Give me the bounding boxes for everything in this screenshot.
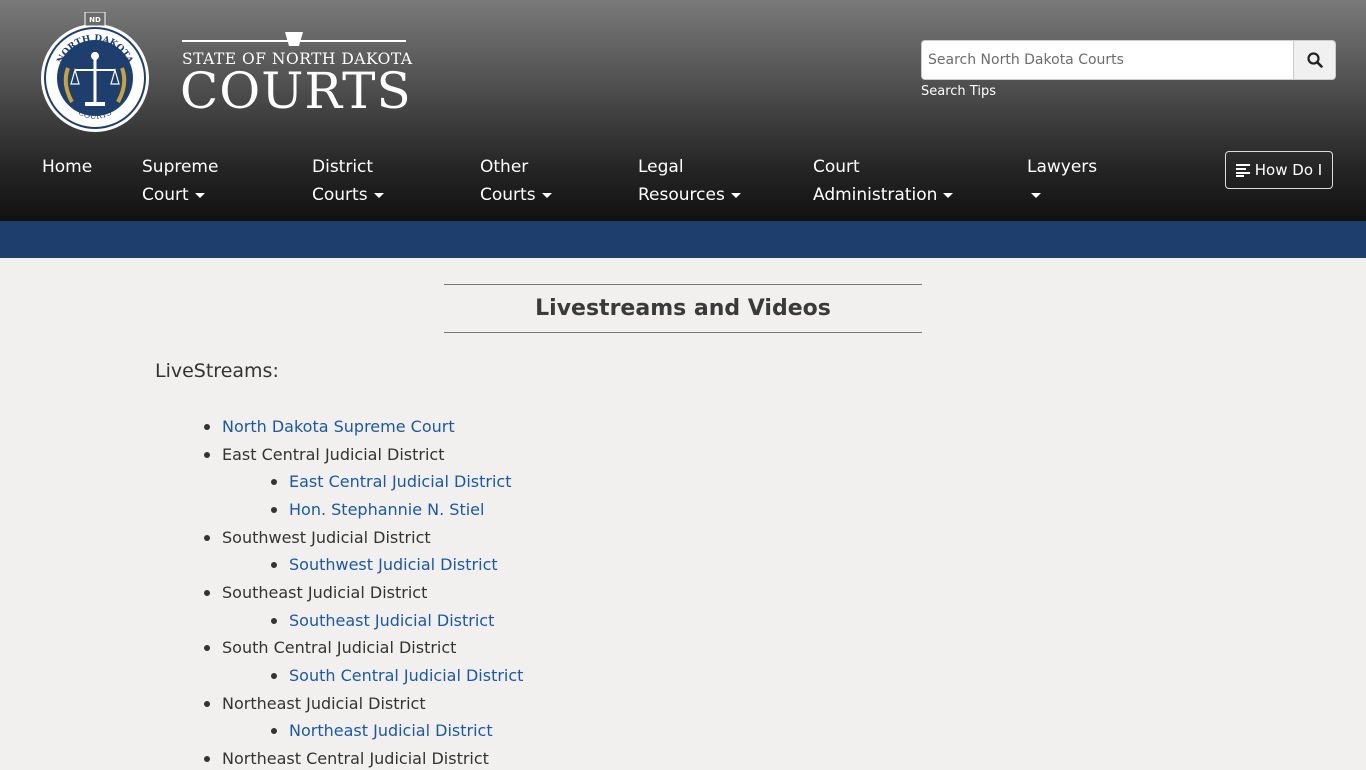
section-heading-livestreams: LiveStreams:	[155, 360, 279, 382]
link-east-central-judicial-district[interactable]: East Central Judicial District	[289, 472, 511, 491]
how-do-i-button[interactable]: How Do I	[1225, 151, 1333, 189]
nav-legal-resources-label-line1: Legal	[638, 157, 684, 177]
nav-legal-resources[interactable]: Legal Resources	[638, 153, 741, 209]
nav-supreme-court-label-line1: Supreme	[142, 157, 219, 177]
header-accent-band	[0, 221, 1366, 258]
list-item: South Central Judicial District	[271, 665, 523, 687]
nav-lawyers-label: Lawyers	[1027, 157, 1098, 177]
search-input[interactable]	[921, 40, 1294, 80]
how-do-i-label: How Do I	[1254, 161, 1323, 179]
nav-court-administration[interactable]: Court Administration	[813, 153, 954, 209]
link-south-central-judicial-district[interactable]: South Central Judicial District	[289, 666, 523, 685]
district-heading-northeast-central: Northeast Central Judicial District	[222, 749, 489, 768]
list-item: North Dakota Supreme Court	[204, 416, 455, 438]
bullet-icon	[271, 479, 277, 485]
nav-district-courts[interactable]: District Courts	[312, 153, 384, 209]
nav-other-courts[interactable]: Other Courts	[480, 153, 552, 209]
nav-legal-resources-label-line2: Resources	[638, 185, 725, 205]
chevron-down-icon	[373, 192, 384, 198]
nav-court-administration-label-line2: Administration	[813, 185, 938, 205]
bullet-icon	[204, 424, 210, 430]
north-dakota-courts-seal-logo[interactable]: ND NORTH DAKOTA COURTS	[40, 11, 150, 134]
search-button[interactable]	[1293, 40, 1336, 80]
district-heading-east-central: East Central Judicial District	[222, 445, 445, 464]
bullet-icon	[271, 618, 277, 624]
chevron-down-icon	[194, 192, 205, 198]
bullet-icon	[204, 756, 210, 762]
district-heading-northeast: Northeast Judicial District	[222, 694, 426, 713]
chevron-down-icon	[1031, 192, 1041, 198]
chevron-down-icon	[541, 192, 552, 198]
bullet-icon	[204, 535, 210, 541]
nav-home[interactable]: Home	[42, 153, 92, 181]
link-northeast-judicial-district[interactable]: Northeast Judicial District	[289, 721, 493, 740]
bullet-icon	[204, 645, 210, 651]
list-item: Southeast Judicial District	[204, 582, 428, 604]
bullet-icon	[204, 701, 210, 707]
list-item: Northeast Judicial District	[271, 720, 493, 742]
site-header: ND NORTH DAKOTA COURTS STATE OF NORTH DA…	[0, 0, 1366, 221]
list-item: Northeast Judicial District	[204, 693, 426, 715]
nav-other-courts-label-line2: Courts	[480, 185, 536, 205]
list-item: Southwest Judicial District	[204, 527, 431, 549]
nav-court-administration-label-line1: Court	[813, 157, 860, 177]
svg-text:ND: ND	[89, 16, 101, 24]
nav-lawyers[interactable]: Lawyers	[1027, 153, 1097, 209]
nav-district-courts-label-line1: District	[312, 157, 374, 177]
search-icon	[1306, 52, 1323, 68]
menu-lines-icon	[1235, 164, 1250, 177]
logo-courts-wordmark: COURTS	[180, 62, 412, 120]
list-item: Southwest Judicial District	[271, 554, 498, 576]
nav-home-label: Home	[42, 157, 93, 177]
page-title-box: Livestreams and Videos	[444, 284, 922, 333]
chevron-down-icon	[730, 192, 741, 198]
logo-rule-ornament	[182, 32, 406, 46]
bullet-icon	[271, 673, 277, 679]
link-southeast-judicial-district[interactable]: Southeast Judicial District	[289, 611, 494, 630]
list-item: Southeast Judicial District	[271, 610, 494, 632]
nav-district-courts-label-line2: Courts	[312, 185, 368, 205]
district-heading-southwest: Southwest Judicial District	[222, 528, 431, 547]
list-item: Northeast Central Judicial District	[204, 748, 489, 770]
list-item: East Central Judicial District	[271, 471, 511, 493]
bullet-icon	[271, 562, 277, 568]
search-bar	[921, 40, 1336, 80]
bullet-icon	[204, 452, 210, 458]
link-southwest-judicial-district[interactable]: Southwest Judicial District	[289, 555, 498, 574]
list-item: South Central Judicial District	[204, 637, 457, 659]
bullet-icon	[271, 507, 277, 513]
link-hon-stephannie-stiel[interactable]: Hon. Stephannie N. Stiel	[289, 500, 484, 519]
nav-supreme-court-label-line2: Court	[142, 185, 189, 205]
bullet-icon	[271, 728, 277, 734]
district-heading-southeast: Southeast Judicial District	[222, 583, 428, 602]
nav-other-courts-label-line1: Other	[480, 157, 529, 177]
chevron-down-icon	[943, 192, 954, 198]
list-item: East Central Judicial District	[204, 444, 445, 466]
search-tips-link[interactable]: Search Tips	[921, 84, 996, 99]
list-item: Hon. Stephannie N. Stiel	[271, 499, 484, 521]
bullet-icon	[204, 590, 210, 596]
link-north-dakota-supreme-court[interactable]: North Dakota Supreme Court	[222, 417, 455, 436]
page-title: Livestreams and Videos	[535, 296, 831, 321]
district-heading-south-central: South Central Judicial District	[222, 638, 457, 657]
nav-supreme-court[interactable]: Supreme Court	[142, 153, 218, 209]
